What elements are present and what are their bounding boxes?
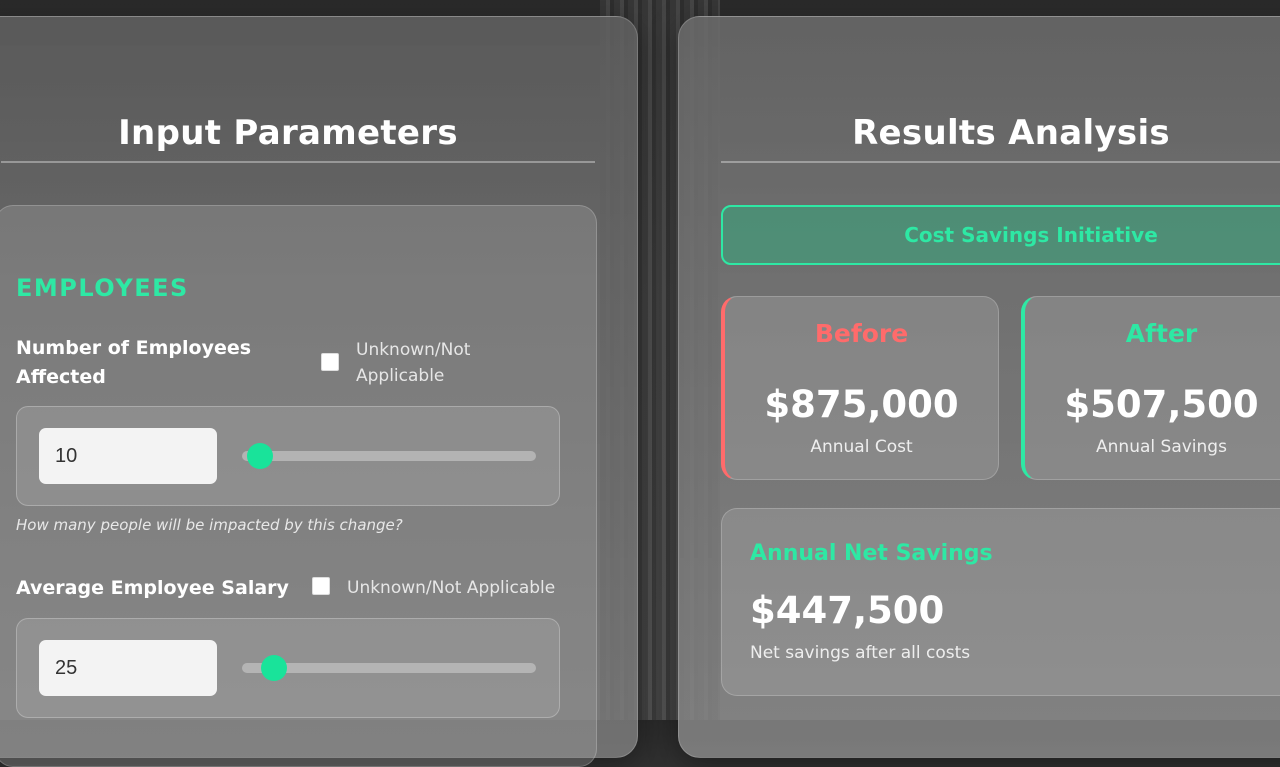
salary-slider-thumb[interactable] [261,655,288,681]
input-panel-divider [1,161,595,163]
employees-affected-label-line1: Number of Employees [16,337,252,359]
after-card: After $507,500 Annual Savings [1021,296,1280,480]
after-heading: After [1125,319,1198,348]
net-savings-title: Annual Net Savings [750,541,993,566]
employees-slider-thumb[interactable] [246,443,273,469]
employees-unknown-label-line2: Applicable [356,366,445,386]
net-savings-caption: Net savings after all costs [750,643,971,663]
employees-affected-label-line2: Affected [16,366,106,388]
after-caption: Annual Savings [1096,437,1227,457]
input-panel-title: Input Parameters [118,113,458,153]
salary-input-row: 25 [16,618,560,718]
employees-unknown-checkbox[interactable] [321,353,339,371]
before-card: Before $875,000 Annual Cost [721,296,999,480]
after-value: $507,500 [1064,383,1259,426]
employees-unknown-label: Unknown/Not Applicable [356,337,470,389]
employees-number-input[interactable]: 10 [39,428,217,484]
salary-unknown-checkbox[interactable] [312,577,330,595]
employees-unknown-label-line1: Unknown/Not [356,340,471,360]
employees-input-row: 10 [16,406,560,506]
employees-slider[interactable] [242,443,536,469]
initiative-banner: Cost Savings Initiative [721,205,1280,265]
before-heading: Before [814,319,909,348]
net-savings-card: Annual Net Savings $447,500 Net savings … [721,508,1280,696]
salary-unknown-label: Unknown/Not Applicable [347,578,556,598]
salary-number-input[interactable]: 25 [39,640,217,696]
input-parameters-panel: Input Parameters EMPLOYEES Number of Emp… [0,16,638,767]
results-analysis-panel: Results Analysis Cost Savings Initiative… [678,16,1280,758]
results-panel-title: Results Analysis [852,113,1170,153]
salary-slider[interactable] [242,655,536,681]
employees-section: EMPLOYEES Number of Employees Affected U… [0,205,597,767]
before-caption: Annual Cost [810,437,913,457]
employees-affected-label: Number of Employees Affected [16,334,251,392]
employees-helper-text: How many people will be impacted by this… [16,516,403,534]
results-panel-divider [721,161,1280,163]
net-savings-value: $447,500 [750,589,945,632]
section-label-employees: EMPLOYEES [16,274,189,302]
salary-label: Average Employee Salary [16,577,289,599]
before-value: $875,000 [764,383,959,426]
